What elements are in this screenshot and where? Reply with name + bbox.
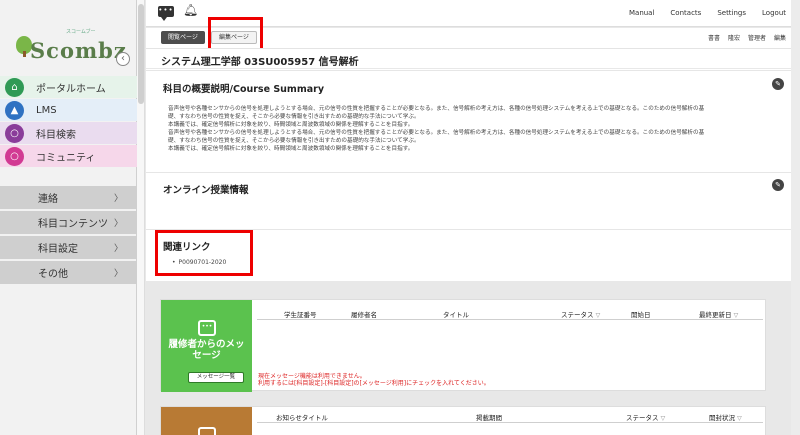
- chevron-right-icon: 〉: [113, 244, 123, 254]
- sidebar-item-course-content[interactable]: 科目コンテンツ 〉: [0, 211, 137, 234]
- admin-link[interactable]: 管理者: [748, 33, 766, 42]
- settings-link[interactable]: Settings: [717, 9, 746, 17]
- chevron-right-icon: 〉: [113, 194, 123, 204]
- top-links: Manual Contacts Settings Logout: [629, 9, 786, 17]
- sidebar-item-course-settings[interactable]: 科目設定 〉: [0, 236, 137, 259]
- page-scrollbar[interactable]: [791, 0, 800, 435]
- chat-icon[interactable]: •••: [158, 6, 174, 21]
- summary-line: 本講義では、確定信号解析に対象を絞り、時間領域と周波数領域の関係を理解することを…: [168, 146, 414, 152]
- notices-tile: [161, 407, 252, 435]
- summary-line: 音声信号や各種センサからの信号を処理しようとする場合、元の信号の性質を把握するこ…: [168, 130, 705, 136]
- column-header-sortable[interactable]: ステータス ▽: [561, 309, 600, 319]
- sidebar-item-label: その他: [38, 269, 68, 280]
- course-title-bar: システム理工学部 03SU005957 信号解析: [146, 48, 800, 68]
- page-title: システム理工学部 03SU005957 信号解析: [161, 57, 359, 68]
- sort-icon[interactable]: ▽: [734, 312, 739, 319]
- column-header-sortable[interactable]: 最終更新日 ▽: [699, 309, 738, 319]
- column-header[interactable]: 学生証番号: [284, 309, 317, 319]
- sidebar-item-portal-home[interactable]: ⌂ ポータルホーム: [0, 76, 137, 98]
- sidebar-item-lms[interactable]: ▲ LMS: [0, 99, 137, 121]
- summary-line: 音声信号や各種センサからの信号を処理しようとする場合、元の信号の性質を把握するこ…: [168, 106, 705, 112]
- sort-icon[interactable]: ▽: [737, 415, 742, 422]
- logout-link[interactable]: Logout: [762, 9, 786, 17]
- sidebar-item-label: 科目設定: [38, 244, 78, 255]
- related-links-highlight-box: [155, 230, 253, 276]
- column-label: ステータス: [626, 414, 659, 422]
- column-header[interactable]: お知らせタイトル: [276, 412, 328, 422]
- message-bubble-icon: •••: [198, 320, 216, 336]
- sidebar-item-contact[interactable]: 連絡 〉: [0, 186, 137, 209]
- logo-subtext: スコームブー: [66, 29, 96, 35]
- sidebar-item-label: コミュニティ: [36, 152, 96, 164]
- notices-panel: お知らせタイトル 掲載期間 ステータス ▽ 開封状況 ▽: [160, 406, 766, 435]
- column-header[interactable]: 開始日: [631, 309, 651, 319]
- online-class-info-title: オンライン授業情報: [163, 185, 249, 196]
- column-header-sortable[interactable]: 開封状況 ▽: [709, 412, 742, 422]
- view-page-tab[interactable]: 閲覧ページ: [161, 31, 205, 44]
- home-icon: ⌂: [5, 77, 24, 97]
- edit-link[interactable]: 編集: [774, 33, 786, 42]
- logo-text: Scombz: [30, 38, 127, 63]
- staff-link[interactable]: 隆宏: [728, 33, 740, 42]
- messages-disabled-warning: 現在メッセージ機能は利用できません。 利用するには[科目設定]-[科目設定]の[…: [258, 373, 490, 387]
- sidebar-item-label: ポータルホーム: [36, 83, 106, 95]
- warning-line: 現在メッセージ機能は利用できません。: [258, 373, 366, 380]
- pencil-icon[interactable]: ✎: [772, 78, 784, 90]
- staff-links: 書書 隆宏 管理者 編集: [708, 33, 786, 42]
- magnifier-icon: ○: [5, 146, 24, 166]
- sort-icon[interactable]: ▽: [661, 415, 666, 422]
- divider: [146, 70, 800, 71]
- summary-line: 礎、すなわち信号の性質を捉え、そこから必要な情報を引き出すための基礎的な手法につ…: [168, 138, 420, 144]
- sidebar-item-label: 連絡: [38, 194, 58, 205]
- bell-icon[interactable]: 🔔︎: [183, 3, 198, 17]
- staff-link[interactable]: 書書: [708, 33, 720, 42]
- course-content-panel: 科目の概要説明/Course Summary ✎ 音声信号や各種センサからの信号…: [146, 69, 800, 281]
- graduation-cap-icon: ▲: [5, 100, 24, 120]
- messages-tile: ••• 履修者からのメッセージ メッセージ一覧: [161, 300, 252, 392]
- manual-link[interactable]: Manual: [629, 9, 654, 17]
- column-header[interactable]: 掲載期間: [476, 412, 502, 422]
- sidebar-scrollbar[interactable]: [137, 0, 145, 435]
- column-label: 最終更新日: [699, 311, 732, 319]
- contacts-link[interactable]: Contacts: [670, 9, 701, 17]
- sidebar: スコームブー Scombz ‹ ⌂ ポータルホーム ▲ LMS ○ 科目検索 ○…: [0, 0, 137, 435]
- chevron-right-icon: 〉: [113, 269, 123, 279]
- sort-icon[interactable]: ▽: [596, 312, 601, 319]
- page-toolbar: 閲覧ページ 編集ページ 書書 隆宏 管理者 編集: [146, 17, 800, 53]
- table-header-divider: [257, 319, 763, 320]
- sidebar-item-community[interactable]: ○ コミュニティ: [0, 145, 137, 167]
- notice-icon: [198, 427, 216, 435]
- messages-tile-label: 履修者からのメッセージ: [168, 339, 245, 361]
- course-summary-text: 音声信号や各種センサからの信号を処理しようとする場合、元の信号の性質を把握するこ…: [168, 105, 768, 153]
- column-header-sortable[interactable]: ステータス ▽: [626, 412, 665, 422]
- sidebar-main-nav: ⌂ ポータルホーム ▲ LMS ○ 科目検索 ○ コミュニティ: [0, 76, 137, 168]
- column-label: ステータス: [561, 311, 594, 319]
- sidebar-item-other[interactable]: その他 〉: [0, 261, 137, 284]
- chevron-right-icon: 〉: [113, 219, 123, 229]
- summary-line: 本講義では、確定信号解析に対象を絞り、時間領域と周波数領域の関係を理解することを…: [168, 122, 414, 128]
- column-label: 開封状況: [709, 414, 735, 422]
- collapse-sidebar-button[interactable]: ‹: [116, 52, 130, 66]
- table-header-divider: [257, 422, 763, 423]
- column-header[interactable]: タイトル: [443, 309, 469, 319]
- sidebar-item-label: 科目検索: [36, 129, 76, 141]
- divider: [146, 172, 800, 173]
- scrollbar-thumb[interactable]: [138, 4, 144, 104]
- column-header[interactable]: 履修者名: [351, 309, 377, 319]
- summary-line: 礎、すなわち信号の性質を捉え、そこから必要な情報を引き出すための基礎的な手法につ…: [168, 114, 420, 120]
- warning-line: 利用するには[科目設定]-[科目設定]の[メッセージ利用]にチェックを入れてくだ…: [258, 380, 490, 387]
- pencil-icon[interactable]: ✎: [772, 179, 784, 191]
- sidebar-item-label: 科目コンテンツ: [38, 219, 108, 230]
- sidebar-item-course-search[interactable]: ○ 科目検索: [0, 122, 137, 144]
- sidebar-item-label: LMS: [36, 104, 57, 116]
- message-list-button[interactable]: メッセージ一覧: [188, 372, 244, 383]
- magnifier-icon: ○: [5, 123, 24, 143]
- student-messages-panel: ••• 履修者からのメッセージ メッセージ一覧 学生証番号 履修者名 タイトル …: [160, 299, 766, 392]
- sidebar-sub-nav: 連絡 〉 科目コンテンツ 〉 科目設定 〉 その他 〉: [0, 186, 137, 286]
- course-summary-title: 科目の概要説明/Course Summary: [163, 84, 325, 95]
